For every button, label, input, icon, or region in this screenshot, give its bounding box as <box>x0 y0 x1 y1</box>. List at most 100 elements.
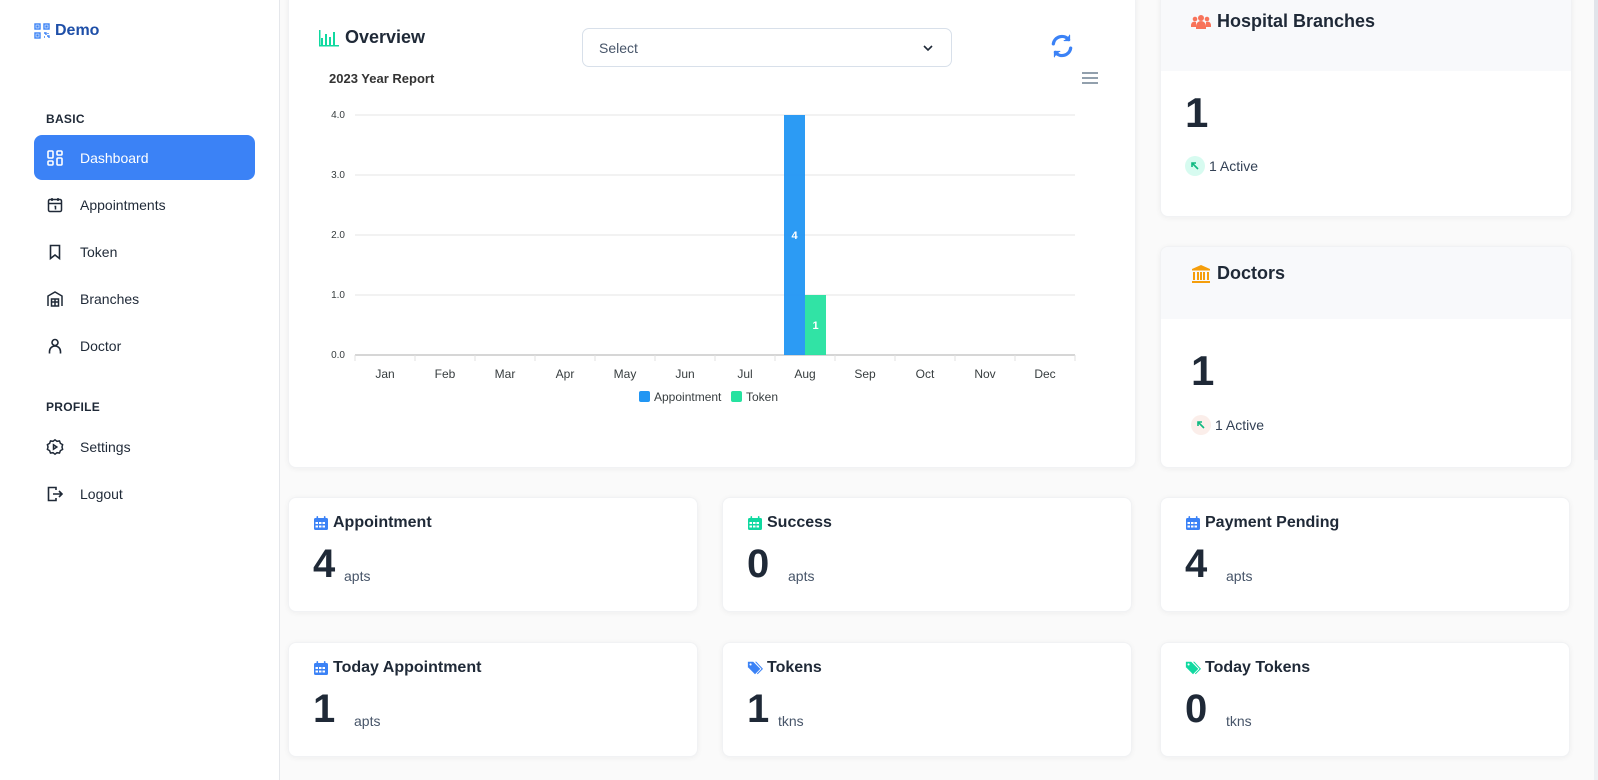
stat-unit: tkns <box>1226 713 1252 729</box>
card-header: Hospital Branches <box>1161 0 1571 71</box>
doctors-active-text: 1 Active <box>1215 417 1265 433</box>
sidebar-item-logout[interactable]: Logout <box>34 471 255 516</box>
section-label-basic: BASIC <box>46 112 85 126</box>
stat-card-success[interactable]: Success 0 apts <box>722 497 1132 612</box>
sidebar-item-label: Doctor <box>80 337 122 354</box>
x-tick-label: Aug <box>794 367 815 381</box>
bar-data-label: 4 <box>791 230 798 242</box>
x-tick-label: Feb <box>435 367 456 381</box>
stat-unit: apts <box>354 713 381 729</box>
legend-swatch <box>639 391 650 402</box>
stat-title: Tokens <box>747 659 822 677</box>
arrow-up-left-icon <box>1191 415 1211 435</box>
sidebar-item-label: Settings <box>80 438 131 455</box>
stat-title-text: Today Tokens <box>1205 659 1311 676</box>
card-title-text: Doctors <box>1217 263 1286 283</box>
y-tick-label: 1.0 <box>331 290 345 301</box>
stat-card-today-appointment[interactable]: Today Appointment 1 apts <box>288 642 698 757</box>
stat-card-tokens[interactable]: Tokens 1 tkns <box>722 642 1132 757</box>
y-tick-label: 0.0 <box>331 350 345 361</box>
x-tick-label: Jun <box>675 367 694 381</box>
stat-title: Success <box>747 514 832 532</box>
stat-value: 1 <box>313 687 336 731</box>
dashboard-icon <box>46 149 64 167</box>
stat-title-text: Payment Pending <box>1205 514 1340 531</box>
legend-label: Token <box>746 390 778 404</box>
stat-title: Today Tokens <box>1185 659 1310 677</box>
brand-name: Demo <box>55 22 100 39</box>
stat-title-text: Appointment <box>333 514 432 531</box>
stat-unit: apts <box>344 568 371 584</box>
card-title: Hospital Branches <box>1191 11 1375 32</box>
stat-title: Appointment <box>313 514 432 532</box>
calendar-icon <box>46 196 64 214</box>
section-label-profile: PROFILE <box>46 400 101 414</box>
stat-card-payment-pending[interactable]: Payment Pending 4 apts <box>1160 497 1570 612</box>
stat-unit: apts <box>788 568 815 584</box>
y-tick-label: 3.0 <box>331 170 345 181</box>
x-tick-label: May <box>614 367 637 381</box>
stat-value: 0 <box>1185 687 1208 731</box>
card-header: Doctors <box>1161 247 1571 319</box>
tags-icon <box>1185 661 1201 675</box>
sidebar-item-label: Branches <box>80 290 140 307</box>
stat-title: Payment Pending <box>1185 514 1339 532</box>
calendar-icon <box>748 516 762 530</box>
stat-title-text: Success <box>767 514 832 531</box>
bar-chart: 0.0 1.0 2.0 3.0 4.0 Jan Feb Mar Apr May Jun Jul Aug S… <box>331 110 1076 404</box>
x-tick-label: Apr <box>556 367 575 381</box>
y-tick-label: 4.0 <box>331 110 345 121</box>
x-tick-label: Mar <box>495 367 516 381</box>
bank-icon <box>1192 264 1210 283</box>
sidebar: Demo BASIC Dashboard Appointments Token … <box>0 0 280 780</box>
branches-active-text: 1 Active <box>1209 158 1259 174</box>
stat-value: 0 <box>747 542 770 586</box>
branches-count: 1 <box>1185 89 1209 136</box>
qr-code-icon <box>34 23 50 39</box>
scrollbar-thumb[interactable] <box>1594 0 1598 460</box>
stat-title-text: Tokens <box>767 659 822 676</box>
users-icon <box>1191 14 1211 29</box>
sidebar-item-doctor[interactable]: Doctor <box>34 323 255 368</box>
sidebar-item-label: Logout <box>80 485 123 502</box>
bar-data-label: 1 <box>812 320 818 332</box>
arrow-up-left-icon <box>1185 156 1205 176</box>
sidebar-item-dashboard[interactable]: Dashboard <box>34 135 255 180</box>
legend-label: Appointment <box>654 390 722 404</box>
calendar-icon <box>314 516 328 530</box>
sidebar-item-token[interactable]: Token <box>34 229 255 274</box>
gear-icon <box>46 438 64 456</box>
stat-value: 1 <box>747 687 770 731</box>
stat-title: Today Appointment <box>313 659 481 677</box>
calendar-icon <box>314 661 328 675</box>
sidebar-item-label: Token <box>80 243 118 260</box>
x-tick-label: Sep <box>854 367 876 381</box>
hospital-branches-card[interactable]: Hospital Branches 1 1 Active <box>1160 0 1572 217</box>
x-tick-label: Jan <box>375 367 394 381</box>
sidebar-item-label: Dashboard <box>80 149 149 166</box>
card-title-text: Hospital Branches <box>1217 11 1376 31</box>
scrollbar[interactable] <box>1594 0 1598 780</box>
x-tick-label: Dec <box>1034 367 1055 381</box>
stat-unit: tkns <box>778 713 804 729</box>
stat-value: 4 <box>313 542 336 586</box>
tags-icon <box>747 661 763 675</box>
sidebar-item-settings[interactable]: Settings <box>34 424 255 469</box>
y-tick-label: 2.0 <box>331 230 345 241</box>
stat-title-text: Today Appointment <box>333 659 482 676</box>
branches-active-row: 1 Active <box>1185 156 1258 176</box>
legend-swatch <box>731 391 742 402</box>
x-tick-label: Jul <box>737 367 752 381</box>
stat-value: 4 <box>1185 542 1208 586</box>
logout-icon <box>46 485 64 503</box>
stat-card-today-tokens[interactable]: Today Tokens 0 tkns <box>1160 642 1570 757</box>
doctors-active-row: 1 Active <box>1191 415 1264 435</box>
stat-card-appointment[interactable]: Appointment 4 apts <box>288 497 698 612</box>
x-tick-label: Nov <box>974 367 995 381</box>
doctors-card[interactable]: Doctors 1 1 Active <box>1160 246 1572 468</box>
sidebar-item-branches[interactable]: Branches <box>34 276 255 321</box>
brand-logo[interactable]: Demo <box>34 22 99 40</box>
sidebar-item-label: Appointments <box>80 196 166 213</box>
building-icon <box>46 290 64 308</box>
sidebar-item-appointments[interactable]: Appointments <box>34 182 255 227</box>
